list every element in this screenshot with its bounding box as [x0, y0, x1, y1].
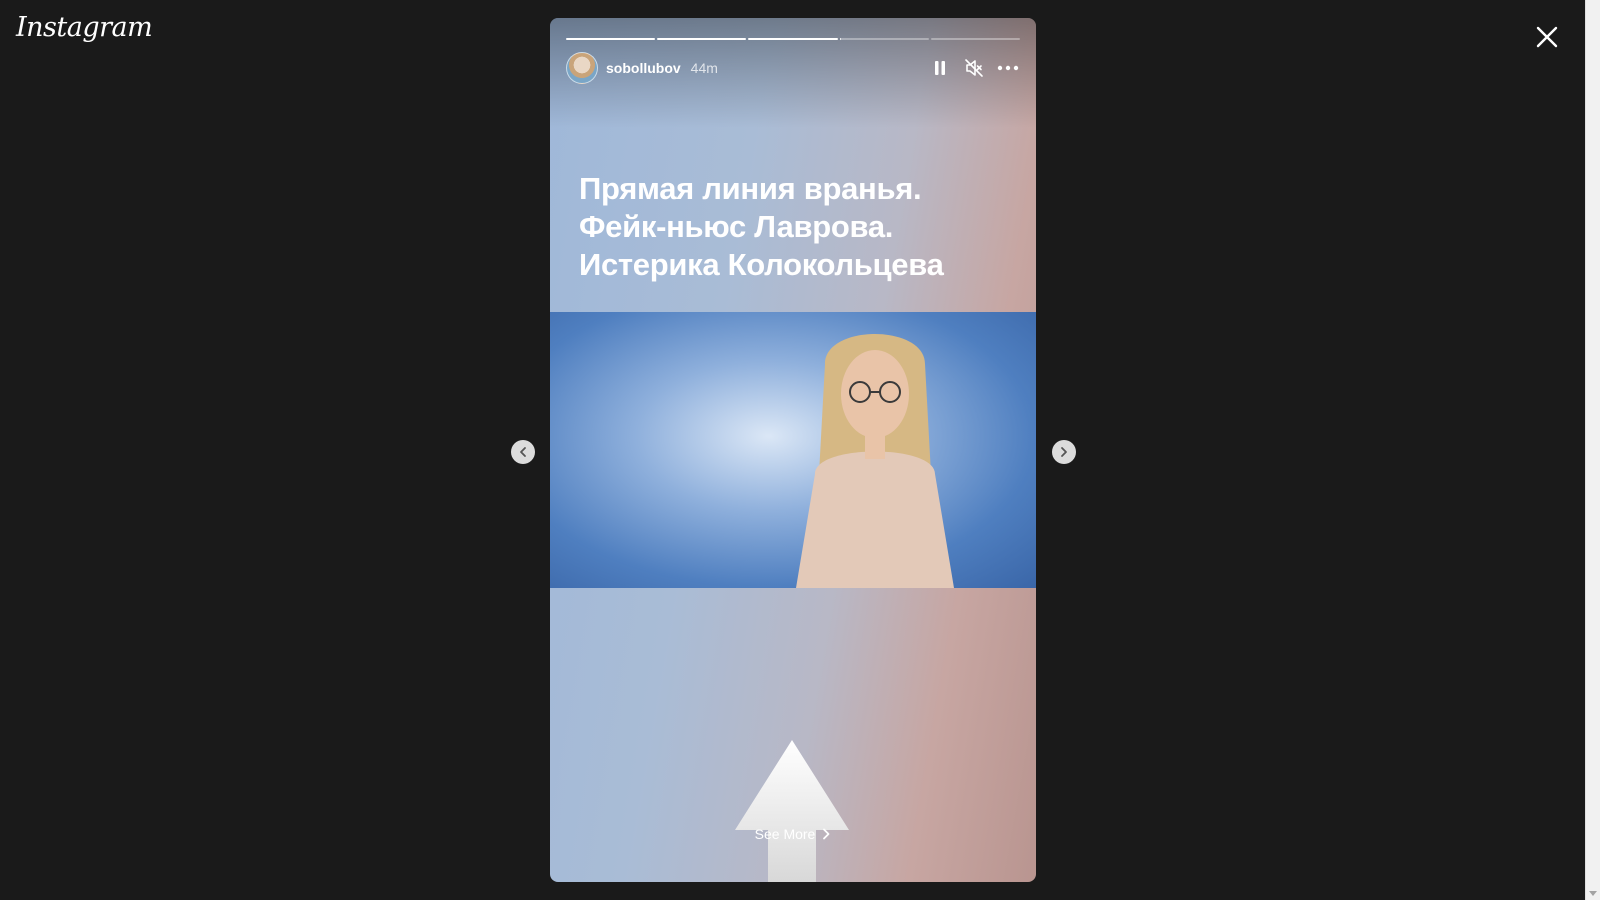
scroll-down-icon[interactable]: [1589, 891, 1597, 896]
mute-button[interactable]: [962, 56, 986, 80]
progress-segment-fill: [748, 38, 838, 40]
story-time: 44m: [690, 60, 718, 76]
story-header: sobollubov 44m: [566, 52, 1020, 84]
progress-segment-fill: [839, 38, 842, 40]
avatar[interactable]: [566, 52, 598, 84]
headline-line: Истерика Колокольцева: [579, 247, 944, 282]
headline-line: Фейк-ньюс Лаврова.: [579, 209, 894, 244]
next-story-button[interactable]: [1052, 440, 1076, 464]
story-username[interactable]: sobollubov: [606, 60, 681, 76]
chevron-left-icon: [520, 447, 526, 457]
story-headline: Прямая линия вранья. Фейк-ньюс Лаврова. …: [579, 170, 1019, 284]
close-button[interactable]: [1532, 22, 1562, 52]
story-viewer[interactable]: sobollubov 44m Прямая линия вранья. Фейк…: [550, 18, 1036, 882]
chevron-right-icon: [823, 828, 830, 840]
close-icon: [1536, 26, 1558, 48]
previous-story-button[interactable]: [511, 440, 535, 464]
instagram-logo[interactable]: Instagram: [16, 12, 153, 43]
progress-segment-fill: [566, 38, 656, 40]
more-options-button[interactable]: [996, 56, 1020, 80]
more-options-icon: [997, 65, 1019, 71]
progress-segment: [839, 38, 929, 40]
chevron-right-icon: [1061, 447, 1067, 457]
see-more-link[interactable]: See More: [550, 826, 1036, 842]
pause-icon: [935, 61, 945, 75]
see-more-label: See More: [754, 826, 816, 842]
story-progress-bar: [566, 38, 1021, 40]
page-scrollbar[interactable]: [1585, 0, 1600, 900]
mute-icon: [965, 59, 983, 77]
progress-segment: [657, 38, 747, 40]
progress-segment: [748, 38, 838, 40]
presenter-image: [796, 334, 954, 588]
headline-line: Прямая линия вранья.: [579, 171, 922, 206]
swipe-up-arrow-icon: [735, 740, 849, 882]
story-video-frame: [550, 312, 1036, 588]
progress-segment: [566, 38, 656, 40]
pause-button[interactable]: [928, 56, 952, 80]
progress-segment-fill: [657, 38, 747, 40]
progress-segment: [930, 38, 1021, 40]
